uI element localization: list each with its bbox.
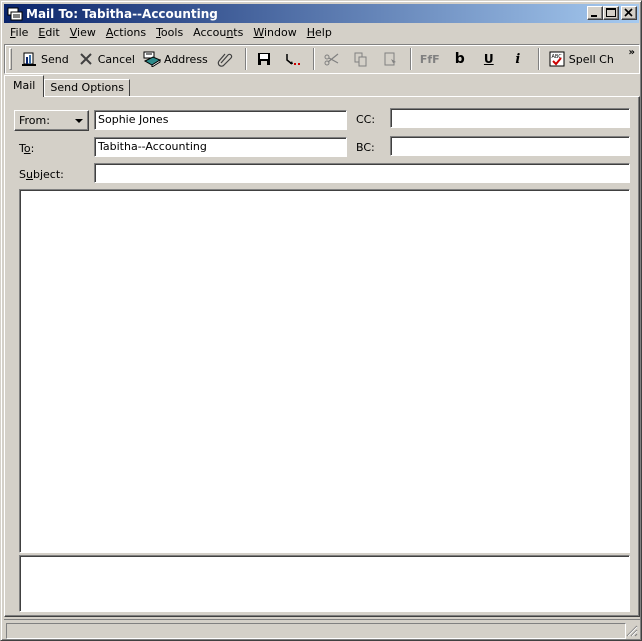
toolbar-separator xyxy=(409,48,412,70)
toolbar-separator xyxy=(537,48,540,70)
address-label: Address xyxy=(163,52,208,66)
tab-send-options[interactable]: Send Options xyxy=(44,79,130,97)
bc-field[interactable] xyxy=(390,136,630,156)
bold-icon: b xyxy=(454,51,465,67)
italic-button[interactable]: i xyxy=(505,48,534,70)
bold-button[interactable]: b xyxy=(447,48,476,70)
menu-window[interactable]: Window xyxy=(248,24,301,42)
status-bar xyxy=(4,619,640,639)
copy-button xyxy=(348,48,377,70)
toolbar-overflow-chevron[interactable]: » xyxy=(629,47,635,58)
cancel-label: Cancel xyxy=(97,52,135,66)
toolbar-grip[interactable] xyxy=(9,48,12,70)
mail-window: Mail To: Tabitha--Accounting File Edit V… xyxy=(0,0,642,641)
cc-label: CC: xyxy=(356,113,376,126)
minimize-button[interactable] xyxy=(587,6,603,20)
status-pane xyxy=(6,623,626,639)
italic-icon: i xyxy=(515,51,521,67)
close-button[interactable] xyxy=(621,6,637,20)
spell-check-button[interactable]: ABC Spell Ch xyxy=(544,48,618,70)
to-field[interactable]: Tabitha--Accounting xyxy=(94,137,347,157)
menu-tools[interactable]: Tools xyxy=(151,24,188,42)
copy-icon xyxy=(352,51,370,67)
menu-edit[interactable]: Edit xyxy=(33,24,64,42)
signature-area[interactable] xyxy=(19,555,630,612)
spell-check-label: Spell Ch xyxy=(568,52,614,66)
to-label: To: xyxy=(19,142,35,155)
window-title: Mail To: Tabitha--Accounting xyxy=(26,6,218,21)
chevron-down-icon xyxy=(75,119,83,123)
address-button[interactable]: Address xyxy=(139,48,212,70)
underline-button[interactable]: U xyxy=(476,48,505,70)
from-label: From: xyxy=(19,114,50,127)
send-button[interactable]: Send xyxy=(16,48,73,70)
menu-bar: File Edit View Actions Tools Accounts Wi… xyxy=(4,24,337,42)
from-dropdown[interactable]: From: xyxy=(14,110,89,131)
subject-label: Subject: xyxy=(19,168,64,181)
spell-check-icon: ABC xyxy=(548,51,566,67)
menu-help[interactable]: Help xyxy=(302,24,337,42)
resize-grip-icon[interactable] xyxy=(626,625,638,637)
tab-strip: Mail Send Options xyxy=(4,75,130,97)
send-icon xyxy=(20,51,38,67)
address-book-icon xyxy=(143,51,161,67)
paste-button xyxy=(377,48,406,70)
message-body[interactable] xyxy=(19,189,630,553)
save-button[interactable] xyxy=(251,48,280,70)
toolbar-separator xyxy=(244,48,247,70)
insert-icon xyxy=(284,51,302,67)
menu-accounts[interactable]: Accounts xyxy=(188,24,248,42)
menu-file[interactable]: File xyxy=(4,24,33,42)
font-icon: FfF xyxy=(419,52,440,66)
save-icon xyxy=(255,51,273,67)
cancel-button[interactable]: Cancel xyxy=(73,48,139,70)
toolbar-separator xyxy=(312,48,315,70)
cut-button xyxy=(319,48,348,70)
bc-label: BC: xyxy=(356,141,375,154)
mail-app-icon xyxy=(7,7,23,21)
underline-icon: U xyxy=(483,52,494,66)
font-button: FfF xyxy=(416,48,447,70)
attach-icon xyxy=(216,51,234,67)
cancel-icon xyxy=(77,51,95,67)
paste-icon xyxy=(381,51,399,67)
cut-icon xyxy=(323,51,341,67)
tab-mail[interactable]: Mail xyxy=(4,75,45,97)
maximize-button[interactable] xyxy=(603,6,619,20)
attach-button[interactable] xyxy=(212,48,241,70)
from-field[interactable]: Sophie Jones xyxy=(94,110,347,130)
subject-field[interactable] xyxy=(94,163,630,183)
menu-actions[interactable]: Actions xyxy=(101,24,151,42)
menu-view[interactable]: View xyxy=(65,24,101,42)
insert-button[interactable] xyxy=(280,48,309,70)
cc-field[interactable] xyxy=(390,108,630,128)
toolbar: Send Cancel Address FfF b U i ABC Spell … xyxy=(4,44,640,74)
send-label: Send xyxy=(41,52,69,66)
title-bar[interactable]: Mail To: Tabitha--Accounting xyxy=(4,4,639,23)
